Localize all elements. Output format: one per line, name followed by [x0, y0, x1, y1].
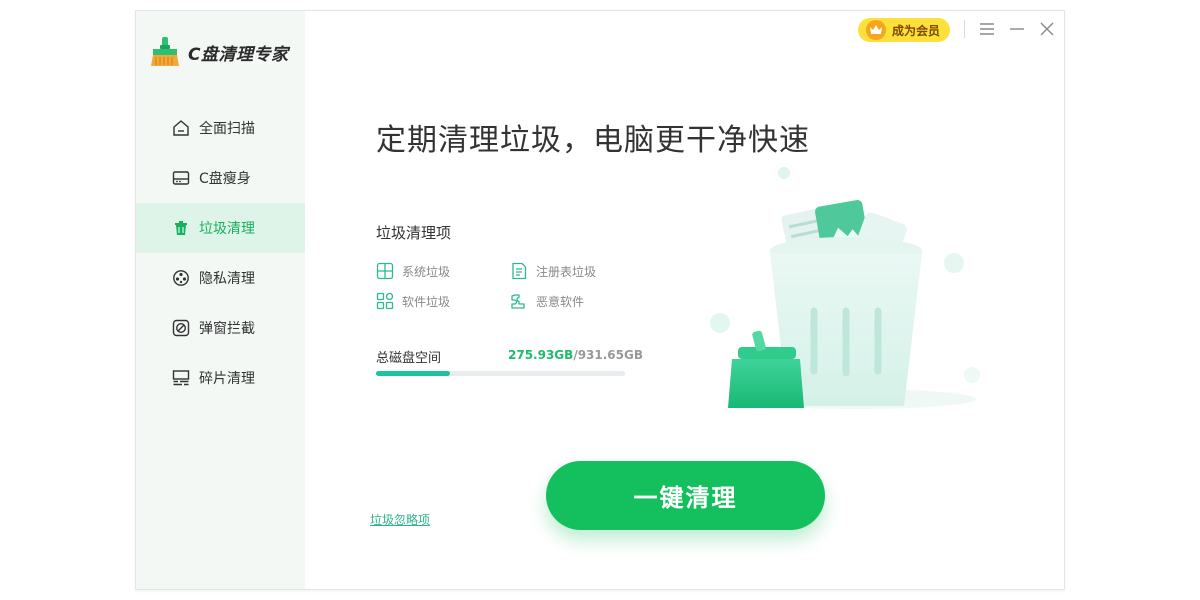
trash-bin-illustration [710, 167, 980, 409]
malware-icon [511, 294, 525, 309]
clean-item-label: 软件垃圾 [402, 294, 451, 309]
privacy-icon [173, 270, 189, 286]
sidebar: C盘清理专家 全面扫描 C盘瘦身 垃圾清理 隐私清理 弹窗拦截 碎片清理 [136, 11, 305, 589]
block-icon [172, 319, 190, 337]
sidebar-item-label: 碎片清理 [199, 371, 255, 387]
clean-item-software: 软件垃圾 [376, 292, 450, 310]
crown-icon [866, 20, 886, 40]
one-click-clean-button[interactable]: 一键清理 [546, 461, 825, 530]
become-member-label: 成为会员 [892, 23, 941, 38]
registry-icon [512, 262, 527, 280]
minimize-icon[interactable] [1008, 20, 1026, 38]
fragment-icon [172, 370, 190, 386]
page-headline: 定期清理垃圾，电脑更干净快速 [376, 123, 810, 158]
clean-item-label: 恶意软件 [536, 294, 585, 309]
sidebar-item-full-scan[interactable]: 全面扫描 [136, 103, 305, 153]
windows-icon [376, 262, 394, 280]
sidebar-nav: 全面扫描 C盘瘦身 垃圾清理 隐私清理 弹窗拦截 碎片清理 [136, 103, 305, 403]
disk-usage-fill [376, 371, 450, 376]
become-member-button[interactable]: 成为会员 [858, 18, 950, 42]
section-title: 垃圾清理项 [376, 224, 452, 242]
disk-used: 275.93GB [508, 348, 574, 362]
app-title: C盘清理专家 [188, 44, 289, 65]
junk-ignore-link[interactable]: 垃圾忽略项 [370, 511, 430, 528]
sidebar-item-label: 隐私清理 [199, 271, 255, 287]
apps-icon [376, 292, 394, 310]
app-window: C盘清理专家 全面扫描 C盘瘦身 垃圾清理 隐私清理 弹窗拦截 碎片清理 成为会… [135, 10, 1065, 590]
topbar-divider [964, 20, 965, 38]
sidebar-item-label: 弹窗拦截 [199, 321, 255, 337]
trash-icon [175, 221, 187, 235]
clean-item-label: 系统垃圾 [402, 264, 451, 279]
clean-item-label: 注册表垃圾 [536, 264, 597, 279]
disk-space-value: 275.93GB/931.65GB [508, 348, 643, 362]
home-icon [173, 120, 189, 136]
menu-icon[interactable] [978, 20, 996, 38]
close-icon[interactable] [1038, 20, 1056, 38]
clean-item-malware: 恶意软件 [510, 292, 584, 310]
broom-logo-icon [151, 37, 179, 66]
sidebar-item-label: C盘瘦身 [199, 171, 251, 187]
clean-item-system: 系统垃圾 [376, 262, 450, 280]
disk-space-label: 总磁盘空间 [376, 351, 442, 366]
sidebar-item-label: 垃圾清理 [199, 221, 255, 237]
sidebar-item-popup-block[interactable]: 弹窗拦截 [136, 303, 305, 353]
app-logo: C盘清理专家 [148, 35, 288, 69]
disk-total: /931.65GB [573, 348, 643, 362]
sidebar-item-fragment-clean[interactable]: 碎片清理 [136, 353, 305, 403]
sidebar-item-label: 全面扫描 [199, 121, 255, 137]
disk-usage-bar [376, 371, 625, 376]
sidebar-item-c-slim[interactable]: C盘瘦身 [136, 153, 305, 203]
disk-icon [172, 171, 190, 185]
sidebar-item-privacy-clean[interactable]: 隐私清理 [136, 253, 305, 303]
sidebar-item-junk-clean[interactable]: 垃圾清理 [136, 203, 305, 253]
clean-item-registry: 注册表垃圾 [510, 262, 596, 280]
